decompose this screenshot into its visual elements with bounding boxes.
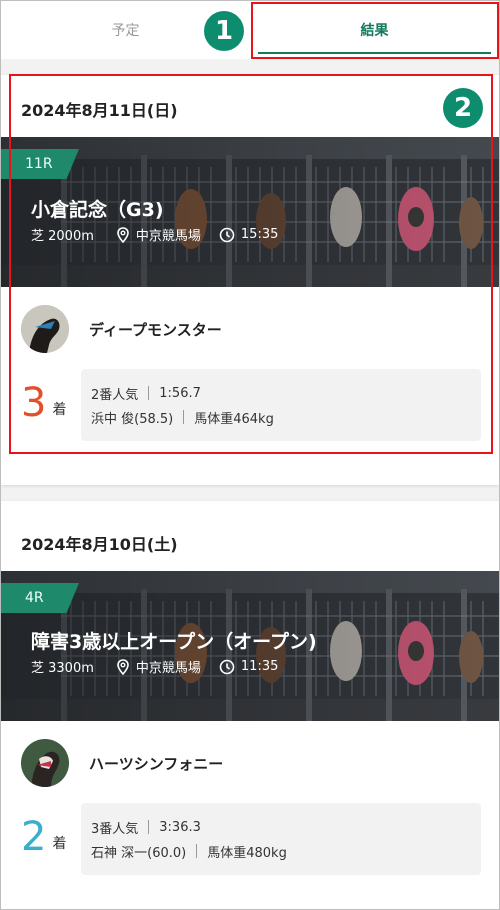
race-meta: 芝 3300m 中京競馬場 11:35 [31,657,278,676]
popularity: 2番人気 [91,387,139,403]
race-date: 2024年8月11日(日) [21,101,178,120]
race-venue: 中京競馬場 [135,229,201,244]
place-number: 2 [21,814,47,860]
finish-time: 3:36.3 [159,819,201,835]
result-card[interactable]: 2024年8月11日(日) 11R 小倉記念（G3) 芝 2000m 中京競馬場… [1,75,499,485]
result-detail: 2番人気 1:56.7 浜中 俊(58.5) 馬体重464kg [81,369,481,441]
race-number: 4R [25,590,44,606]
race-banner: 4R 障害3歳以上オープン（オープン) 芝 3300m 中京競馬場 11:35 [1,571,499,721]
result-card[interactable]: 2024年8月10日(土) 4R 障害3歳以上オープン（オープン) 芝 3300… [1,501,499,909]
horse-name: ハーツシンフォニー [89,754,224,773]
result-detail: 3番人気 3:36.3 石神 深一(60.0) 馬体重480kg [81,803,481,875]
jockey: 石神 深一(60.0) [91,845,187,861]
horse-avatar [21,739,69,787]
horse-weight: 馬体重464kg [194,411,274,427]
clock-icon [219,659,235,675]
tab-results[interactable]: 結果 [250,1,499,59]
place-number: 3 [21,380,47,426]
race-number: 11R [25,156,53,172]
race-number-badge: 4R [1,583,79,613]
race-name: 小倉記念（G3) [31,199,164,221]
horse-weight: 馬体重480kg [207,845,287,861]
tab-results-label: 結果 [360,23,389,39]
divider [196,844,198,858]
race-date: 2024年8月10日(土) [21,535,178,554]
step-marker-1: 1 [204,11,244,51]
horse-row: ハーツシンフォニー [21,739,223,787]
race-time: 11:35 [240,659,279,674]
popularity: 3番人気 [91,821,139,837]
race-number-badge: 11R [1,149,79,179]
horse-row: ディープモンスター [21,305,222,353]
race-venue: 中京競馬場 [135,661,201,676]
app-frame: 予定 結果 1 2024年8月11日(日) 11R 小倉記念（G3) 芝 200… [0,0,500,910]
finish-time: 1:56.7 [159,385,201,401]
race-name: 障害3歳以上オープン（オープン) [31,631,317,653]
race-time: 15:35 [240,227,279,242]
location-pin-icon [116,226,130,243]
divider [183,410,185,424]
horse-name: ディープモンスター [89,320,222,339]
place-suffix: 着 [52,836,67,852]
race-banner: 11R 小倉記念（G3) 芝 2000m 中京競馬場 15:35 [1,137,499,287]
tab-bar: 予定 結果 [1,1,499,59]
divider [148,820,150,834]
race-course: 芝 3300m [31,661,94,676]
place-suffix: 着 [52,402,67,418]
horse-avatar [21,305,69,353]
step-marker-2: 2 [443,88,483,128]
divider [148,386,150,400]
jockey: 浜中 俊(58.5) [91,411,174,427]
finish-place: 3 着 [21,383,66,423]
race-course: 芝 2000m [31,229,94,244]
finish-place: 2 着 [21,817,66,857]
location-pin-icon [116,658,130,675]
tab-schedule-label: 予定 [111,23,140,39]
race-meta: 芝 2000m 中京競馬場 15:35 [31,225,278,244]
active-tab-indicator [258,52,491,54]
clock-icon [219,227,235,243]
